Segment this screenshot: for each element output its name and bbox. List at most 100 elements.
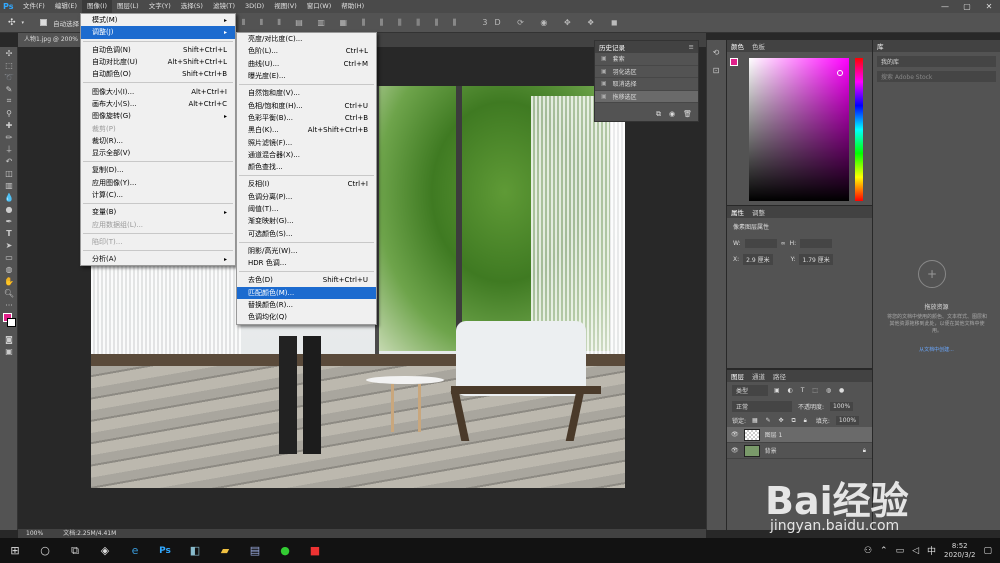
- brush-tool-icon[interactable]: ✏: [0, 131, 18, 143]
- panel-menu-icon[interactable]: ≡: [689, 43, 698, 51]
- menu-item[interactable]: 色调均化(Q): [237, 311, 376, 323]
- menu-item[interactable]: 分析(A) ▸: [81, 253, 235, 265]
- create-from-doc-link[interactable]: 从文档中创建...: [873, 346, 1000, 353]
- document-tab[interactable]: 人物1.jpg @ 200%: [18, 33, 80, 47]
- menu-item[interactable]: 亮度/对比度(C)...: [237, 33, 376, 45]
- layers-tab[interactable]: 图层: [731, 371, 744, 381]
- menu-item[interactable]: 画布大小(S)... Alt+Ctrl+C: [81, 98, 235, 110]
- app-icon[interactable]: ▤: [240, 538, 270, 563]
- filter-icons[interactable]: ▣ ◐ T ⬚ ◍ ●: [774, 387, 847, 394]
- shape-tool-icon[interactable]: ▭: [0, 251, 18, 263]
- menu-item[interactable]: 颜色查找...: [237, 161, 376, 173]
- menu-item[interactable]: 调整(J) ▸: [81, 26, 235, 39]
- library-select[interactable]: 我的库: [877, 56, 996, 67]
- menu-item[interactable]: 阴影/高光(W)...: [237, 245, 376, 257]
- menu-item[interactable]: 黑白(K)... Alt+Shift+Ctrl+B: [237, 124, 376, 136]
- screen-mode-icon[interactable]: ▣: [0, 345, 18, 357]
- network-icon[interactable]: ▭: [896, 546, 905, 556]
- edge-icon[interactable]: e: [120, 538, 150, 563]
- menu-item[interactable]: 曝光度(E)...: [237, 70, 376, 82]
- search-icon[interactable]: ○: [30, 538, 60, 563]
- menu-4[interactable]: 文字(Y): [144, 0, 176, 13]
- photoshop-taskbar-icon[interactable]: Ps: [150, 538, 180, 563]
- zoom-level[interactable]: 100%: [26, 529, 43, 538]
- menu-item[interactable]: 照片滤镜(F)...: [237, 136, 376, 148]
- app-icon[interactable]: ◧: [180, 538, 210, 563]
- people-icon[interactable]: ⚇: [864, 546, 872, 556]
- doc-info[interactable]: 文档:2.25M/4.41M: [63, 529, 116, 538]
- ime-icon[interactable]: 中: [927, 544, 936, 557]
- menu-item[interactable]: 通道混合器(X)...: [237, 149, 376, 161]
- menu-item[interactable]: 自动色调(N) Shift+Ctrl+L: [81, 44, 235, 56]
- folder-icon[interactable]: ▰: [210, 538, 240, 563]
- dodge-tool-icon[interactable]: ●: [0, 203, 18, 215]
- menu-6[interactable]: 滤镜(T): [208, 0, 240, 13]
- menu-item[interactable]: 色阶(L)... Ctrl+L: [237, 45, 376, 57]
- menu-item[interactable]: 自然饱和度(V)...: [237, 87, 376, 99]
- menu-item[interactable]: 曲线(U)... Ctrl+M: [237, 58, 376, 70]
- camera-icon[interactable]: ◉: [669, 110, 675, 119]
- type-tool-icon[interactable]: T: [0, 227, 18, 239]
- menu-item[interactable]: 图像旋转(G) ▸: [81, 110, 235, 122]
- history-brush-icon[interactable]: ↶: [0, 155, 18, 167]
- app-icon[interactable]: ◈: [90, 538, 120, 563]
- background-color[interactable]: [7, 318, 16, 327]
- layer-row[interactable]: 👁︎ 背景 🔒︎: [727, 443, 872, 459]
- history-state[interactable]: ▣ 取消选择: [595, 78, 698, 91]
- pen-tool-icon[interactable]: ✒: [0, 215, 18, 227]
- y-input[interactable]: 1.79 厘米: [799, 254, 833, 265]
- zoom-tool-icon[interactable]: 🔍︎: [0, 287, 18, 299]
- opacity-input[interactable]: 100%: [830, 402, 854, 411]
- volume-icon[interactable]: ◁: [912, 546, 919, 556]
- x-input[interactable]: 2.9 厘米: [743, 254, 773, 265]
- task-view-icon[interactable]: ⧉: [60, 538, 90, 563]
- layer-row[interactable]: 👁︎ 图层 1: [727, 427, 872, 443]
- blend-mode-select[interactable]: 正常: [732, 401, 792, 412]
- chevron-up-icon[interactable]: ⌃: [880, 546, 888, 556]
- menu-item[interactable]: 图像大小(I)... Alt+Ctrl+I: [81, 85, 235, 97]
- library-search[interactable]: 搜索 Adobe Stock: [877, 71, 996, 82]
- menu-item[interactable]: 显示全部(V): [81, 147, 235, 159]
- auto-select-checkbox[interactable]: [40, 19, 48, 26]
- wechat-icon[interactable]: ●: [270, 538, 300, 563]
- more-tools-icon[interactable]: ···: [0, 299, 18, 311]
- menu-item[interactable]: 自动颜色(O) Shift+Ctrl+B: [81, 68, 235, 80]
- healing-tool-icon[interactable]: ✚: [0, 119, 18, 131]
- menu-item[interactable]: 复制(D)...: [81, 164, 235, 176]
- color-swatches[interactable]: [0, 311, 17, 333]
- menu-1[interactable]: 编辑(E): [50, 0, 82, 13]
- maximize-button[interactable]: ▢: [956, 0, 978, 13]
- notifications-icon[interactable]: ▢: [983, 546, 992, 556]
- blur-tool-icon[interactable]: 💧: [0, 191, 18, 203]
- add-asset-icon[interactable]: +: [918, 260, 946, 288]
- artboard-icon[interactable]: ⊡: [707, 64, 725, 76]
- channels-tab[interactable]: 通道: [752, 371, 765, 381]
- new-doc-from-state-icon[interactable]: ⧉: [656, 110, 661, 119]
- color-field[interactable]: [749, 58, 849, 201]
- 3d-tool-icon[interactable]: ◍: [0, 263, 18, 275]
- menu-8[interactable]: 视图(V): [269, 0, 302, 13]
- link-icon[interactable]: ∞: [781, 240, 786, 247]
- menu-5[interactable]: 选择(S): [176, 0, 208, 13]
- history-icon[interactable]: ⟲: [707, 46, 725, 58]
- swatches-tab[interactable]: 色板: [752, 41, 765, 51]
- eyedropper-tool-icon[interactable]: ⚲: [0, 107, 18, 119]
- kind-filter[interactable]: 类型: [732, 385, 768, 396]
- move-tool-icon[interactable]: ✣: [8, 18, 16, 28]
- menu-item[interactable]: 模式(M) ▸: [81, 14, 235, 26]
- hand-tool-icon[interactable]: ✋: [0, 275, 18, 287]
- adjustments-tab[interactable]: 调整: [752, 207, 765, 217]
- app-icon[interactable]: ■: [300, 538, 330, 563]
- menu-item[interactable]: 裁剪(P): [81, 122, 235, 134]
- menu-7[interactable]: 3D(D): [240, 0, 269, 13]
- align-icons[interactable]: ⫴ ⫴ ⫴ ▤ ▥ ▦ ⫼ ⫼ ⫼ ⫼ ⫼ ⫼: [242, 18, 463, 28]
- marquee-tool-icon[interactable]: ⬚: [0, 59, 18, 71]
- menu-item[interactable]: 替换颜色(R)...: [237, 299, 376, 311]
- menu-item[interactable]: HDR 色调...: [237, 257, 376, 269]
- 3d-mode-icons[interactable]: 3D ⟳ ◉ ✥ ❖ ◼: [482, 18, 624, 27]
- menu-9[interactable]: 窗口(W): [302, 0, 337, 13]
- menu-item[interactable]: 渐变映射(G)...: [237, 215, 376, 227]
- menu-2[interactable]: 图像(I): [82, 0, 112, 13]
- menu-item[interactable]: 色彩平衡(B)... Ctrl+B: [237, 112, 376, 124]
- minimize-button[interactable]: —: [934, 0, 956, 13]
